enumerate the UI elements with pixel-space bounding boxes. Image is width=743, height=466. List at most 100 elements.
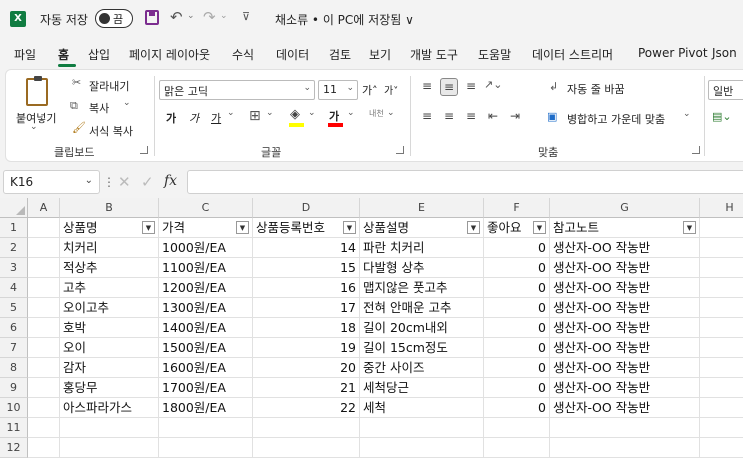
cell-e5[interactable]: 전혀 안매운 고추 xyxy=(360,298,484,318)
tab-view[interactable]: 보기 xyxy=(369,46,391,63)
paste-dropdown-icon[interactable]: ⌄ xyxy=(30,122,38,132)
tab-developer[interactable]: 개발 도구 xyxy=(410,46,458,63)
font-size-combo[interactable]: 11 ⌄ xyxy=(318,80,358,100)
row-header-5[interactable]: 5 xyxy=(0,298,28,318)
phonetic-dropdown-icon[interactable]: ⌄ xyxy=(387,108,395,118)
cell-a10[interactable] xyxy=(28,398,60,418)
insert-function-icon[interactable]: fx xyxy=(164,173,177,189)
cell-e2[interactable]: 파란 치커리 xyxy=(360,238,484,258)
tab-data-streamer[interactable]: 데이터 스트리머 xyxy=(532,46,613,63)
column-header-a[interactable]: A xyxy=(28,198,60,218)
column-header-c[interactable]: C xyxy=(159,198,253,218)
cell-d4[interactable]: 16 xyxy=(253,278,360,298)
grow-font-button[interactable]: 가˄ xyxy=(362,82,378,98)
cell-c10[interactable]: 1800원/EA xyxy=(159,398,253,418)
wrap-text-icon[interactable]: ↲ xyxy=(549,80,558,93)
bold-button[interactable]: 가 xyxy=(166,110,176,126)
redo-icon[interactable]: ↷ xyxy=(203,8,216,26)
cell-e11[interactable] xyxy=(360,418,484,438)
row-header-9[interactable]: 9 xyxy=(0,378,28,398)
formula-input[interactable] xyxy=(187,170,743,194)
alignment-launcher-icon[interactable] xyxy=(692,146,700,154)
cell-a7[interactable] xyxy=(28,338,60,358)
cell-a6[interactable] xyxy=(28,318,60,338)
number-format-combo[interactable]: 일반 xyxy=(708,80,743,100)
cell-c1[interactable]: 가격 ▼ xyxy=(159,218,253,238)
cell-a5[interactable] xyxy=(28,298,60,318)
cell-g4[interactable]: 생산자-OO 작농반 xyxy=(550,278,700,298)
format-painter-button[interactable]: 서식 복사 xyxy=(89,123,133,139)
cell-c11[interactable] xyxy=(159,418,253,438)
cell-c2[interactable]: 1000원/EA xyxy=(159,238,253,258)
cell-e4[interactable]: 맵지않은 풋고추 xyxy=(360,278,484,298)
column-header-h[interactable]: H xyxy=(700,198,743,218)
border-dropdown-icon[interactable]: ⌄ xyxy=(266,108,274,118)
document-title[interactable]: 채소류 • 이 PC에 저장됨 ∨ xyxy=(275,11,414,28)
cell-b10[interactable]: 아스파라가스 xyxy=(60,398,159,418)
worksheet-grid[interactable]: A B C D E F G H 1 상품명 ▼ 가격 ▼ 상품등록번호 ▼ 상품설명 ▼ 좋아요 ▼ 참고노트 ▼ 2 치커… xyxy=(0,198,743,466)
cell-e3[interactable]: 다발형 상추 xyxy=(360,258,484,278)
cell-a1[interactable] xyxy=(28,218,60,238)
accounting-format-icon[interactable]: ▤⌄ xyxy=(712,110,732,123)
cell-e7[interactable]: 길이 15cm정도 xyxy=(360,338,484,358)
filter-dropdown-icon[interactable]: ▼ xyxy=(533,221,546,234)
filter-dropdown-icon[interactable]: ▼ xyxy=(142,221,155,234)
cell-b6[interactable]: 호박 xyxy=(60,318,159,338)
format-painter-icon[interactable]: 🖌 xyxy=(72,121,86,134)
enter-icon[interactable]: ✓ xyxy=(141,173,154,191)
cell-a11[interactable] xyxy=(28,418,60,438)
cut-icon[interactable]: ✂ xyxy=(72,76,81,89)
tab-home[interactable]: 홈 xyxy=(58,46,69,63)
align-center-icon[interactable]: ≡ xyxy=(440,108,458,126)
font-color-dropdown-icon[interactable]: ⌄ xyxy=(347,108,355,118)
underline-button[interactable]: 가 xyxy=(211,110,221,126)
cell-a12[interactable] xyxy=(28,438,60,458)
row-header-7[interactable]: 7 xyxy=(0,338,28,358)
cell-h10[interactable] xyxy=(700,398,743,418)
cell-c7[interactable]: 1500원/EA xyxy=(159,338,253,358)
select-all-button[interactable] xyxy=(0,198,28,218)
cell-c3[interactable]: 1100원/EA xyxy=(159,258,253,278)
cell-f12[interactable] xyxy=(484,438,550,458)
cell-g6[interactable]: 생산자-OO 작농반 xyxy=(550,318,700,338)
cell-g1[interactable]: 참고노트 ▼ xyxy=(550,218,700,238)
font-color-icon[interactable]: 가 xyxy=(329,108,339,124)
cell-g11[interactable] xyxy=(550,418,700,438)
cell-e8[interactable]: 중간 사이즈 xyxy=(360,358,484,378)
cell-f6[interactable]: 0 xyxy=(484,318,550,338)
row-header-4[interactable]: 4 xyxy=(0,278,28,298)
cell-c5[interactable]: 1300원/EA xyxy=(159,298,253,318)
row-header-12[interactable]: 12 xyxy=(0,438,28,458)
merge-dropdown-icon[interactable]: ⌄ xyxy=(683,109,691,119)
tab-review[interactable]: 검토 xyxy=(329,46,351,63)
orientation-icon[interactable]: ↗⌄ xyxy=(484,78,502,91)
cancel-icon[interactable]: ✕ xyxy=(118,173,131,191)
cell-h6[interactable] xyxy=(700,318,743,338)
italic-button[interactable]: 가 xyxy=(189,110,199,126)
merge-center-icon[interactable]: ▣ xyxy=(547,110,557,123)
font-name-combo[interactable]: 맑은 고딕 ⌄ xyxy=(159,80,315,100)
fill-color-icon[interactable]: ◈ xyxy=(290,107,300,122)
tab-data[interactable]: 데이터 xyxy=(276,46,309,63)
cell-b2[interactable]: 치커리 xyxy=(60,238,159,258)
row-header-3[interactable]: 3 xyxy=(0,258,28,278)
cell-g5[interactable]: 생산자-OO 작농반 xyxy=(550,298,700,318)
cell-h12[interactable] xyxy=(700,438,743,458)
cell-b8[interactable]: 감자 xyxy=(60,358,159,378)
cell-d9[interactable]: 21 xyxy=(253,378,360,398)
cell-e1[interactable]: 상품설명 ▼ xyxy=(360,218,484,238)
cell-d6[interactable]: 18 xyxy=(253,318,360,338)
shrink-font-button[interactable]: 가˅ xyxy=(384,82,398,97)
cell-e10[interactable]: 세척 xyxy=(360,398,484,418)
cell-g7[interactable]: 생산자-OO 작농반 xyxy=(550,338,700,358)
column-header-g[interactable]: G xyxy=(550,198,700,218)
filter-dropdown-icon[interactable]: ▼ xyxy=(236,221,249,234)
name-box[interactable]: K16 ⌄ xyxy=(3,170,100,194)
increase-indent-icon[interactable]: ⇥ xyxy=(506,108,524,126)
align-bottom-icon[interactable]: ≡ xyxy=(462,78,480,96)
undo-dropdown-icon[interactable]: ⌄ xyxy=(187,11,195,21)
redo-dropdown-icon[interactable]: ⌄ xyxy=(220,11,228,21)
row-header-10[interactable]: 10 xyxy=(0,398,28,418)
paste-icon[interactable] xyxy=(26,76,48,106)
copy-button[interactable]: 복사 xyxy=(89,100,109,116)
